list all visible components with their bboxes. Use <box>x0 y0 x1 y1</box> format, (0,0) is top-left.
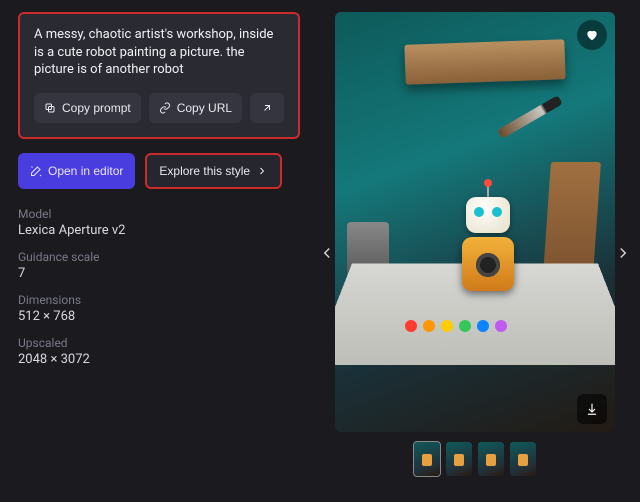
meta-upscaled: Upscaled 2048 × 3072 <box>18 336 300 367</box>
download-button[interactable] <box>577 394 607 424</box>
copy-prompt-label: Copy prompt <box>62 101 131 115</box>
image-illustration <box>335 12 615 432</box>
thumbnail-strip <box>414 442 536 476</box>
wand-icon <box>30 165 42 177</box>
thumbnail[interactable] <box>414 442 440 476</box>
thumbnail[interactable] <box>510 442 536 476</box>
meta-guidance-value: 7 <box>18 266 300 281</box>
thumbnail[interactable] <box>478 442 504 476</box>
meta-model: Model Lexica Aperture v2 <box>18 207 300 238</box>
open-in-editor-button[interactable]: Open in editor <box>18 153 135 189</box>
chevron-left-icon <box>318 244 336 262</box>
chevron-right-icon <box>256 165 268 177</box>
meta-dimensions-label: Dimensions <box>18 293 300 307</box>
thumbnail[interactable] <box>446 442 472 476</box>
copy-icon <box>44 102 56 114</box>
details-panel: A messy, chaotic artist's workshop, insi… <box>18 12 300 494</box>
meta-upscaled-value: 2048 × 3072 <box>18 352 300 367</box>
image-viewer <box>320 12 630 494</box>
heart-icon <box>585 28 599 42</box>
meta-model-value: Lexica Aperture v2 <box>18 223 300 238</box>
metadata-list: Model Lexica Aperture v2 Guidance scale … <box>18 207 300 367</box>
prompt-box: A messy, chaotic artist's workshop, insi… <box>18 12 300 139</box>
favorite-button[interactable] <box>577 20 607 50</box>
meta-model-label: Model <box>18 207 300 221</box>
external-link-icon <box>261 102 273 114</box>
meta-dimensions: Dimensions 512 × 768 <box>18 293 300 324</box>
download-icon <box>585 402 599 416</box>
generated-image <box>335 12 615 432</box>
explore-style-button[interactable]: Explore this style <box>145 153 282 189</box>
prompt-text: A messy, chaotic artist's workshop, insi… <box>34 26 284 79</box>
primary-actions: Open in editor Explore this style <box>18 153 300 189</box>
explore-style-label: Explore this style <box>159 164 250 178</box>
copy-url-label: Copy URL <box>177 101 232 115</box>
chevron-right-icon <box>614 244 632 262</box>
meta-guidance-label: Guidance scale <box>18 250 300 264</box>
open-external-button[interactable] <box>250 93 284 123</box>
copy-url-button[interactable]: Copy URL <box>149 93 242 123</box>
link-icon <box>159 102 171 114</box>
copy-prompt-button[interactable]: Copy prompt <box>34 93 141 123</box>
prompt-actions: Copy prompt Copy URL <box>34 93 284 123</box>
meta-guidance: Guidance scale 7 <box>18 250 300 281</box>
meta-upscaled-label: Upscaled <box>18 336 300 350</box>
open-in-editor-label: Open in editor <box>48 164 123 178</box>
meta-dimensions-value: 512 × 768 <box>18 309 300 324</box>
